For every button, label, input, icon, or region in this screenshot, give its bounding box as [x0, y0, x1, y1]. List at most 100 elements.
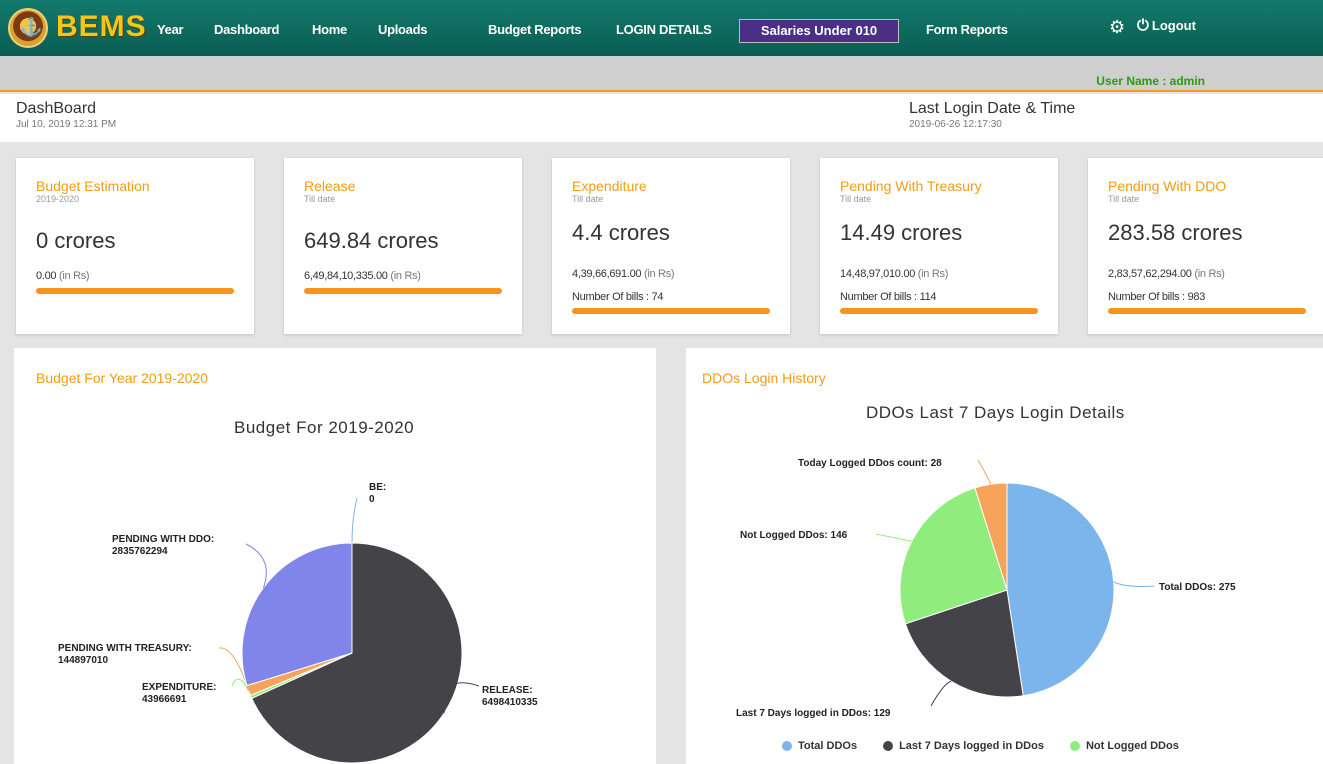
card-amount-value: 2,83,57,62,294.00 [1108, 268, 1192, 280]
card-title: Expenditure [572, 178, 647, 194]
card-title: Pending With DDO [1108, 178, 1227, 194]
pie-label-release: 6498410335 [482, 697, 538, 708]
card-title: Release [304, 178, 356, 194]
dashboard-header: DashBoard Jul 10, 2019 12:31 PM Last Log… [0, 94, 1323, 142]
card-budget-estimation: Budget Estimation 2019-2020 0 crores 0.0… [16, 158, 254, 334]
card-value: 4.4 crores [572, 220, 670, 245]
card-amount-value: 14,48,97,010.00 [840, 268, 916, 280]
card-bill-count: Number Of bills : 983 [1108, 291, 1206, 303]
card-progress-bar [304, 288, 502, 294]
legend-dot [883, 741, 894, 751]
card-pending-treasury: Pending With Treasury Till date 14.49 cr… [820, 158, 1058, 334]
pie-label-pending-with-treasury: PENDING WITH TREASURY: [58, 643, 192, 654]
card-subtitle: Till date [1108, 194, 1140, 204]
current-date: Jul 10, 2019 12:31 PM [16, 119, 117, 130]
brand-name: BEMS [56, 10, 147, 43]
ddo-login-panel: DDOs Login History DDOs Last 7 Days Logi… [686, 348, 1323, 764]
nav-uploads[interactable]: Uploads [378, 22, 427, 37]
pie-label-be: 0 [369, 494, 375, 505]
card-amount: 0.00 (in Rs) [36, 270, 90, 282]
card-subtitle: Till date [840, 194, 872, 204]
card-value: 14.49 crores [840, 220, 963, 245]
pie-label-pending-with-ddo: PENDING WITH DDO: [112, 534, 214, 545]
card-value: 283.58 crores [1108, 220, 1243, 245]
label-connector [245, 543, 267, 588]
ddo-pie-chart: Total DDOs: 275 Last 7 Days logged in DDo… [736, 458, 1236, 719]
power-icon: ⏻ [1137, 17, 1149, 34]
nav-salaries-under-010[interactable]: Salaries Under 010 [739, 19, 899, 43]
bems-logo-icon: ⚓ [8, 8, 48, 48]
pie-label-release: RELEASE: [482, 685, 533, 696]
nav-budget-reports[interactable]: Budget Reports [488, 22, 582, 37]
user-name: User Name : admin [1096, 74, 1205, 88]
card-subtitle: Till date [572, 194, 604, 204]
page-title: DashBoard [16, 100, 97, 117]
card-title: Pending With Treasury [840, 178, 982, 194]
legend-dot [1069, 741, 1080, 751]
card-pending-ddo: Pending With DDO Till date 283.58 crores… [1088, 158, 1323, 334]
legend-item[interactable]: Not Logged DDos [1069, 740, 1179, 752]
card-progress-bar [572, 308, 770, 314]
legend-item[interactable]: Last 7 Days logged in DDos [883, 740, 1044, 752]
pie-label-expenditure: EXPENDITURE: [142, 682, 216, 693]
card-amount: 4,39,66,691.00 (in Rs) [572, 268, 675, 280]
card-amount-value: 0.00 [36, 270, 57, 282]
card-value: 0 crores [36, 228, 116, 253]
legend-label: Last 7 Days logged in DDos [899, 740, 1044, 752]
card-amount: 14,48,97,010.00 (in Rs) [840, 268, 948, 280]
card-progress-bar [36, 288, 234, 294]
label-connector [1113, 581, 1155, 587]
legend-label: Total DDOs [798, 740, 858, 752]
card-amount-unit: (in Rs) [917, 268, 949, 280]
label-connector [977, 459, 992, 485]
label-connector [875, 533, 912, 542]
nav-home[interactable]: Home [312, 22, 347, 37]
card-amount-unit: (in Rs) [1194, 268, 1225, 280]
card-release: Release Till date 649.84 crores 6,49,84,… [284, 158, 522, 334]
card-amount: 2,83,57,62,294.00 (in Rs) [1108, 268, 1225, 280]
logout-button[interactable]: ⏻ Logout [1137, 17, 1196, 34]
card-progress-bar [840, 308, 1038, 314]
user-bar: User Name : admin [0, 56, 1323, 92]
nav-login-details[interactable]: LOGIN DETAILS [616, 22, 712, 37]
pie-label-not-logged-ddos: Not Logged DDos: 146 [740, 530, 848, 541]
card-amount-value: 4,39,66,691.00 [572, 268, 642, 280]
card-title: Budget Estimation [36, 178, 150, 194]
card-subtitle: Till date [304, 194, 336, 204]
gear-icon[interactable]: ⚙ [1109, 17, 1129, 37]
last-login-value: 2019-06-26 12:17:30 [909, 119, 1002, 130]
pie-slice-total-ddos[interactable] [1006, 482, 1115, 697]
last-login-label: Last Login Date & Time [909, 100, 1076, 117]
pie-label-expenditure: 43966691 [142, 694, 187, 705]
card-amount-value: 6,49,84,10,335.00 [304, 270, 388, 282]
card-amount-unit: (in Rs) [643, 268, 675, 280]
legend-dot [782, 741, 792, 751]
card-expenditure: Expenditure Till date 4.4 crores 4,39,66… [552, 158, 790, 334]
card-bill-count: Number Of bills : 114 [840, 291, 937, 303]
pie-label-pending-with-ddo: 2835762294 [112, 546, 168, 557]
card-bill-count: Number Of bills : 74 [572, 291, 664, 303]
pie-label-be: BE: [369, 482, 386, 493]
label-connector [930, 680, 952, 707]
card-value: 649.84 crores [304, 228, 439, 253]
card-amount-unit: (in Rs) [390, 270, 421, 282]
ddo-legend: Total DDOs Last 7 Days logged in DDos No… [782, 740, 1179, 752]
card-progress-bar [1108, 308, 1306, 314]
card-amount: 6,49,84,10,335.00 (in Rs) [304, 270, 421, 282]
top-navbar: ⚓ BEMS Year Dashboard Home Uploads Budge… [0, 0, 1323, 56]
nav-form-reports[interactable]: Form Reports [926, 22, 1008, 37]
pie-label-total-ddos: Total DDOs: 275 [1159, 582, 1236, 593]
pie-label-pending-with-treasury: 144897010 [58, 655, 108, 666]
logout-label: Logout [1151, 18, 1196, 33]
pie-label-last-7-days-logged-in-ddos: Last 7 Days logged in DDos: 129 [736, 708, 891, 719]
card-amount-unit: (in Rs) [58, 270, 90, 282]
nav-year[interactable]: Year [157, 22, 184, 37]
nav-dashboard[interactable]: Dashboard [214, 22, 280, 37]
card-subtitle: 2019-2020 [36, 194, 80, 204]
label-connector [351, 497, 358, 544]
pie-label-today-logged-ddos-count: Today Logged DDos count: 28 [798, 458, 942, 469]
legend-label: Not Logged DDos [1085, 740, 1179, 752]
budget-pie-chart: BE:0 RELEASE:6498410335 EXPENDITURE:439666… [58, 482, 538, 764]
legend-item[interactable]: Total DDOs [782, 740, 857, 752]
budget-panel: Budget For Year 2019-2020 Budget For 201… [14, 348, 656, 764]
